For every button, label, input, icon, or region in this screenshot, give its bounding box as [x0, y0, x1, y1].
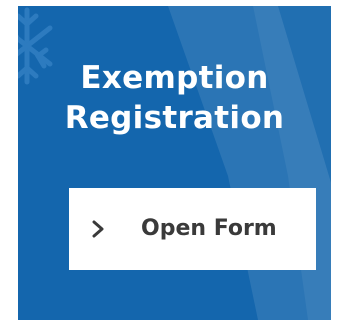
background-stripes	[168, 6, 331, 320]
card-title-line2: Registration	[64, 100, 285, 136]
open-form-button[interactable]: Open Form	[69, 188, 316, 270]
card-title: Exemption Registration	[18, 58, 331, 138]
exemption-registration-card: Exemption Registration Open Form	[18, 6, 331, 320]
chevron-right-icon	[92, 220, 104, 238]
open-form-label: Open Form	[141, 216, 277, 241]
card-title-line1: Exemption	[80, 60, 269, 96]
